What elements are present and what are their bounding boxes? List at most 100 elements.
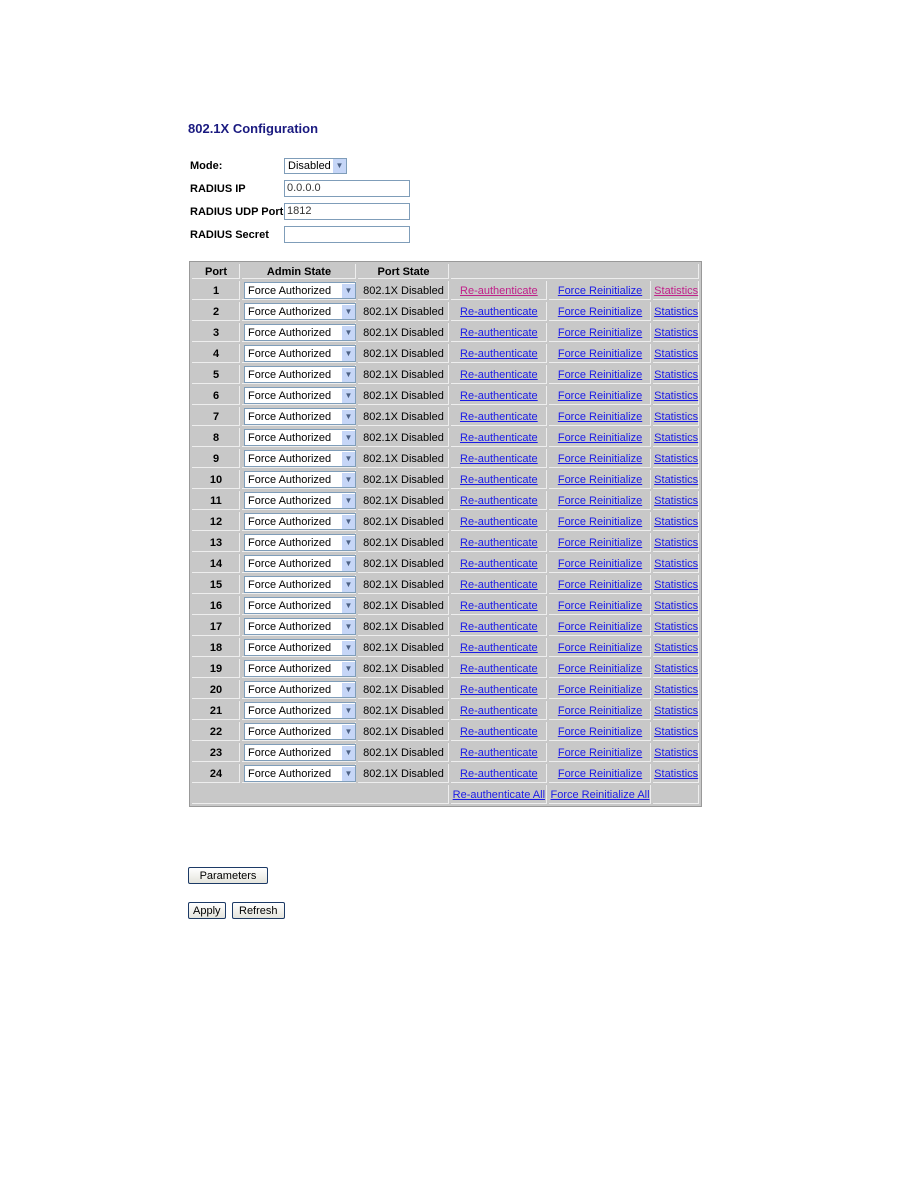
force-reinitialize-link[interactable]: Force Reinitialize <box>558 600 642 612</box>
admin-state-select[interactable]: Force Authorized ▼ <box>244 597 356 614</box>
statistics-link[interactable]: Statistics <box>654 306 698 318</box>
admin-state-select[interactable]: Force Authorized ▼ <box>244 492 356 509</box>
admin-state-select[interactable]: Force Authorized ▼ <box>244 387 356 404</box>
force-reinitialize-all-link[interactable]: Force Reinitialize All <box>551 789 650 801</box>
reauthenticate-link[interactable]: Re-authenticate <box>460 747 538 759</box>
statistics-link[interactable]: Statistics <box>654 327 698 339</box>
admin-state-select[interactable]: Force Authorized ▼ <box>244 660 356 677</box>
admin-state-select[interactable]: Force Authorized ▼ <box>244 471 356 488</box>
admin-state-select[interactable]: Force Authorized ▼ <box>244 429 356 446</box>
apply-button[interactable]: Apply <box>188 902 226 919</box>
force-reinitialize-link[interactable]: Force Reinitialize <box>558 726 642 738</box>
reauthenticate-link[interactable]: Re-authenticate <box>460 390 538 402</box>
statistics-link[interactable]: Statistics <box>654 600 698 612</box>
statistics-link[interactable]: Statistics <box>654 621 698 633</box>
reauthenticate-link[interactable]: Re-authenticate <box>460 768 538 780</box>
force-reinitialize-link[interactable]: Force Reinitialize <box>558 768 642 780</box>
force-reinitialize-link[interactable]: Force Reinitialize <box>558 642 642 654</box>
statistics-link[interactable]: Statistics <box>654 369 698 381</box>
reauthenticate-link[interactable]: Re-authenticate <box>460 621 538 633</box>
reauthenticate-link[interactable]: Re-authenticate <box>460 453 538 465</box>
reauthenticate-link[interactable]: Re-authenticate <box>460 432 538 444</box>
admin-state-select[interactable]: Force Authorized ▼ <box>244 366 356 383</box>
force-reinitialize-link[interactable]: Force Reinitialize <box>558 348 642 360</box>
force-reinitialize-link[interactable]: Force Reinitialize <box>558 537 642 549</box>
reauthenticate-link[interactable]: Re-authenticate <box>460 663 538 675</box>
admin-state-select[interactable]: Force Authorized ▼ <box>244 744 356 761</box>
statistics-link[interactable]: Statistics <box>654 705 698 717</box>
reauthenticate-link[interactable]: Re-authenticate <box>460 369 538 381</box>
admin-state-select[interactable]: Force Authorized ▼ <box>244 681 356 698</box>
reauthenticate-link[interactable]: Re-authenticate <box>460 348 538 360</box>
reauthenticate-link[interactable]: Re-authenticate <box>460 285 538 297</box>
force-reinitialize-link[interactable]: Force Reinitialize <box>558 285 642 297</box>
admin-state-select[interactable]: Force Authorized ▼ <box>244 450 356 467</box>
admin-state-select[interactable]: Force Authorized ▼ <box>244 324 356 341</box>
force-reinitialize-link[interactable]: Force Reinitialize <box>558 453 642 465</box>
statistics-link[interactable]: Statistics <box>654 453 698 465</box>
admin-state-select[interactable]: Force Authorized ▼ <box>244 513 356 530</box>
admin-state-select[interactable]: Force Authorized ▼ <box>244 639 356 656</box>
statistics-link[interactable]: Statistics <box>654 516 698 528</box>
admin-state-select[interactable]: Force Authorized ▼ <box>244 723 356 740</box>
statistics-link[interactable]: Statistics <box>654 558 698 570</box>
reauthenticate-link[interactable]: Re-authenticate <box>460 411 538 423</box>
reauthenticate-link[interactable]: Re-authenticate <box>460 579 538 591</box>
statistics-link[interactable]: Statistics <box>654 411 698 423</box>
reauthenticate-link[interactable]: Re-authenticate <box>460 642 538 654</box>
reauthenticate-link[interactable]: Re-authenticate <box>460 495 538 507</box>
force-reinitialize-link[interactable]: Force Reinitialize <box>558 390 642 402</box>
statistics-link[interactable]: Statistics <box>654 579 698 591</box>
force-reinitialize-link[interactable]: Force Reinitialize <box>558 558 642 570</box>
force-reinitialize-link[interactable]: Force Reinitialize <box>558 579 642 591</box>
reauthenticate-link[interactable]: Re-authenticate <box>460 306 538 318</box>
statistics-link[interactable]: Statistics <box>654 285 698 297</box>
statistics-link[interactable]: Statistics <box>654 432 698 444</box>
reauthenticate-link[interactable]: Re-authenticate <box>460 600 538 612</box>
force-reinitialize-link[interactable]: Force Reinitialize <box>558 411 642 423</box>
reauthenticate-link[interactable]: Re-authenticate <box>460 474 538 486</box>
force-reinitialize-link[interactable]: Force Reinitialize <box>558 369 642 381</box>
admin-state-select[interactable]: Force Authorized ▼ <box>244 345 356 362</box>
admin-state-select[interactable]: Force Authorized ▼ <box>244 702 356 719</box>
reauthenticate-link[interactable]: Re-authenticate <box>460 705 538 717</box>
admin-state-select[interactable]: Force Authorized ▼ <box>244 618 356 635</box>
force-reinitialize-link[interactable]: Force Reinitialize <box>558 705 642 717</box>
statistics-link[interactable]: Statistics <box>654 390 698 402</box>
force-reinitialize-link[interactable]: Force Reinitialize <box>558 306 642 318</box>
statistics-link[interactable]: Statistics <box>654 537 698 549</box>
radius-ip-input[interactable]: 0.0.0.0 <box>284 180 410 197</box>
force-reinitialize-link[interactable]: Force Reinitialize <box>558 474 642 486</box>
parameters-button[interactable]: Parameters <box>188 867 268 884</box>
reauthenticate-link[interactable]: Re-authenticate <box>460 684 538 696</box>
force-reinitialize-link[interactable]: Force Reinitialize <box>558 747 642 759</box>
reauthenticate-all-link[interactable]: Re-authenticate All <box>453 789 545 801</box>
statistics-link[interactable]: Statistics <box>654 726 698 738</box>
force-reinitialize-link[interactable]: Force Reinitialize <box>558 663 642 675</box>
force-reinitialize-link[interactable]: Force Reinitialize <box>558 516 642 528</box>
statistics-link[interactable]: Statistics <box>654 747 698 759</box>
admin-state-select[interactable]: Force Authorized ▼ <box>244 303 356 320</box>
statistics-link[interactable]: Statistics <box>654 642 698 654</box>
statistics-link[interactable]: Statistics <box>654 495 698 507</box>
statistics-link[interactable]: Statistics <box>654 348 698 360</box>
reauthenticate-link[interactable]: Re-authenticate <box>460 726 538 738</box>
reauthenticate-link[interactable]: Re-authenticate <box>460 537 538 549</box>
force-reinitialize-link[interactable]: Force Reinitialize <box>558 684 642 696</box>
force-reinitialize-link[interactable]: Force Reinitialize <box>558 327 642 339</box>
force-reinitialize-link[interactable]: Force Reinitialize <box>558 621 642 633</box>
reauthenticate-link[interactable]: Re-authenticate <box>460 558 538 570</box>
admin-state-select[interactable]: Force Authorized ▼ <box>244 534 356 551</box>
radius-port-input[interactable]: 1812 <box>284 203 410 220</box>
admin-state-select[interactable]: Force Authorized ▼ <box>244 765 356 782</box>
admin-state-select[interactable]: Force Authorized ▼ <box>244 555 356 572</box>
admin-state-select[interactable]: Force Authorized ▼ <box>244 576 356 593</box>
reauthenticate-link[interactable]: Re-authenticate <box>460 327 538 339</box>
admin-state-select[interactable]: Force Authorized ▼ <box>244 408 356 425</box>
statistics-link[interactable]: Statistics <box>654 663 698 675</box>
statistics-link[interactable]: Statistics <box>654 684 698 696</box>
statistics-link[interactable]: Statistics <box>654 768 698 780</box>
force-reinitialize-link[interactable]: Force Reinitialize <box>558 495 642 507</box>
admin-state-select[interactable]: Force Authorized ▼ <box>244 282 356 299</box>
mode-select[interactable]: Disabled ▼ <box>284 157 347 174</box>
